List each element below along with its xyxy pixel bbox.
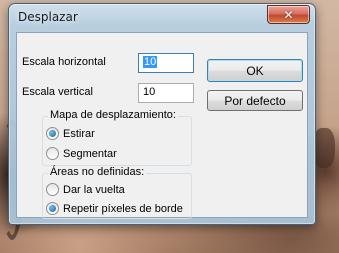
radio-label: Repetir píxeles de borde bbox=[63, 202, 183, 215]
radio-button-icon[interactable] bbox=[46, 202, 59, 215]
radio-button-icon[interactable] bbox=[46, 183, 59, 196]
horizontal-scale-value: 10 bbox=[143, 56, 158, 68]
radio-option-wrap-around[interactable]: Dar la vuelta bbox=[46, 183, 125, 196]
vertical-scale-value: 10 bbox=[143, 86, 156, 98]
undefined-areas-legend: Áreas no definidas: bbox=[48, 166, 147, 178]
displacement-map-group: Mapa de desplazamiento: Estirar Segmenta… bbox=[42, 109, 192, 166]
ok-button[interactable]: OK bbox=[207, 59, 303, 82]
close-icon: ✕ bbox=[283, 7, 294, 22]
vertical-scale-label: Escala vertical bbox=[22, 86, 93, 98]
background-ornament bbox=[313, 128, 335, 168]
horizontal-scale-input[interactable]: 10 bbox=[138, 53, 194, 73]
undefined-areas-group: Áreas no definidas: Dar la vuelta Repeti… bbox=[42, 166, 192, 219]
dialog-body: Escala horizontal 10 Escala vertical 10 … bbox=[16, 32, 308, 219]
radio-option-repeat-edge-pixels[interactable]: Repetir píxeles de borde bbox=[46, 202, 183, 215]
horizontal-scale-label: Escala horizontal bbox=[22, 56, 106, 68]
dialog-title: Desplazar bbox=[18, 10, 78, 24]
radio-label: Dar la vuelta bbox=[63, 183, 125, 196]
radio-option-stretch[interactable]: Estirar bbox=[46, 127, 95, 140]
radio-button-icon[interactable] bbox=[46, 127, 59, 140]
default-values-button[interactable]: Por defecto bbox=[207, 90, 303, 111]
radio-label: Estirar bbox=[63, 127, 95, 140]
desplazar-dialog: Desplazar ✕ Escala horizontal 10 Escala … bbox=[8, 3, 316, 225]
radio-button-icon[interactable] bbox=[46, 147, 59, 160]
displacement-map-legend: Mapa de desplazamiento: bbox=[48, 109, 178, 121]
radio-option-tile[interactable]: Segmentar bbox=[46, 147, 117, 160]
vertical-scale-input[interactable]: 10 bbox=[138, 83, 194, 103]
radio-label: Segmentar bbox=[63, 147, 117, 160]
close-button[interactable]: ✕ bbox=[267, 5, 310, 24]
